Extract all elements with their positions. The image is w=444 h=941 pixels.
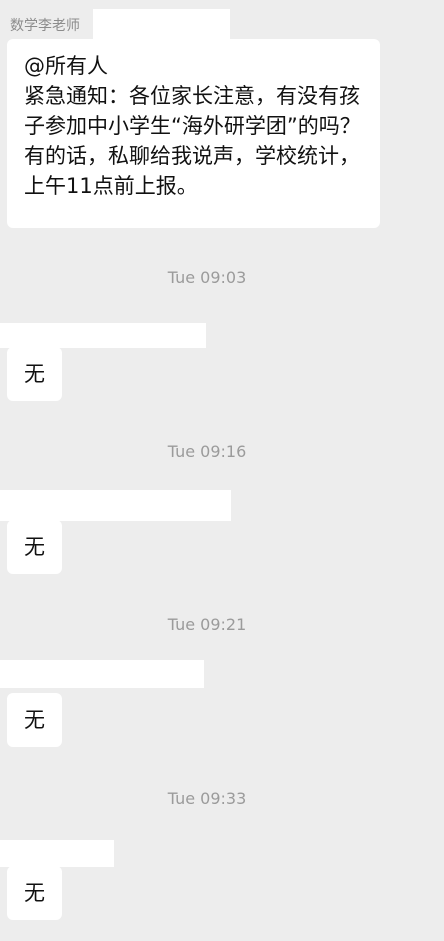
reply-bubble[interactable]: 无 [7, 520, 62, 574]
mention-text: @所有人 [24, 54, 108, 78]
reply-bubble[interactable]: 无 [7, 693, 62, 747]
timestamp: Tue 09:16 [167, 442, 247, 461]
message-text: 紧急通知：各位家长注意，有没有孩子参加中小学生“海外研学团”的吗？有的话，私聊给… [24, 84, 361, 198]
timestamp: Tue 09:21 [167, 615, 247, 634]
message-bubble[interactable]: @所有人 紧急通知：各位家长注意，有没有孩子参加中小学生“海外研学团”的吗？有的… [7, 39, 380, 228]
redacted-name-block [0, 490, 231, 521]
redacted-name-block [93, 9, 230, 39]
redacted-name-block [0, 660, 204, 688]
sender-name: 数学李老师 [10, 18, 80, 34]
reply-bubble[interactable]: 无 [7, 866, 62, 920]
timestamp: Tue 09:03 [167, 268, 247, 287]
redacted-name-block [0, 840, 114, 867]
timestamp: Tue 09:33 [167, 789, 247, 808]
reply-bubble[interactable]: 无 [7, 347, 62, 401]
redacted-name-block [0, 323, 206, 348]
